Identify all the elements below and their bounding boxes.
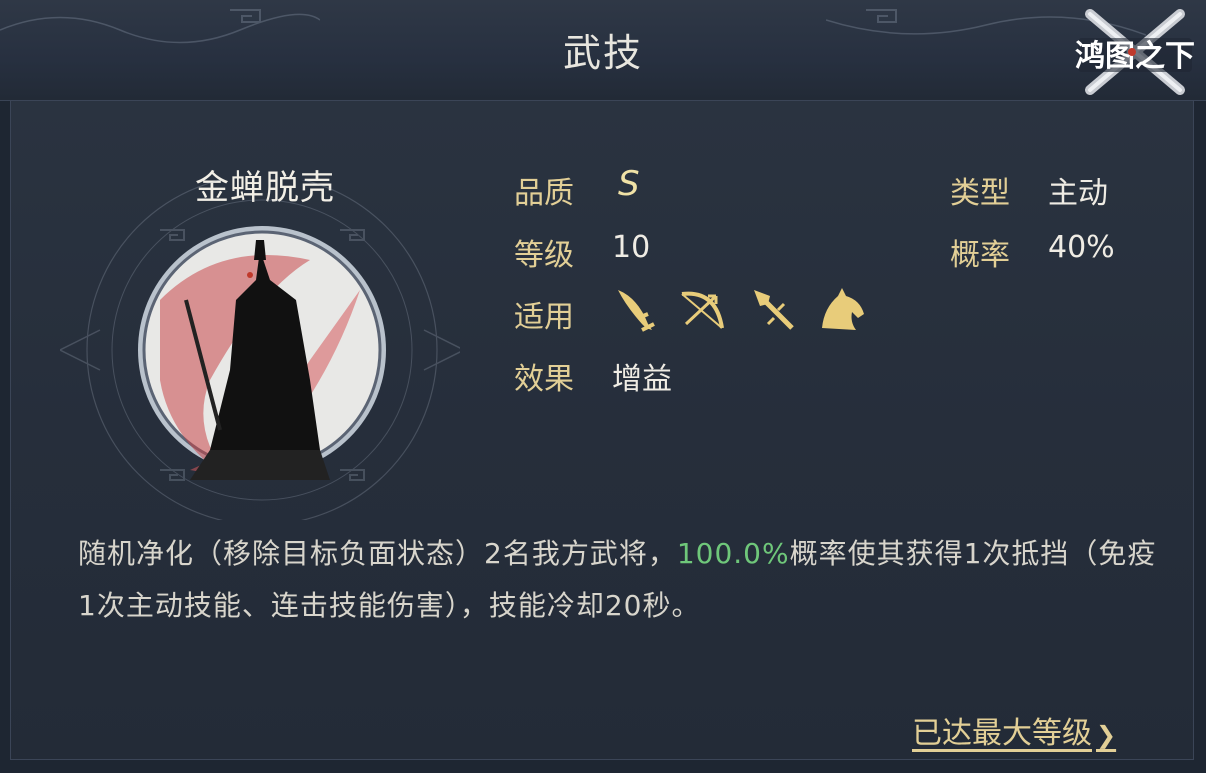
applicable-label: 适用 — [514, 300, 574, 335]
skill-description: 随机净化（移除目标负面状态）2名我方武将，100.0%概率使其获得1次抵挡（免疫… — [78, 528, 1158, 632]
horse-icon — [822, 288, 864, 330]
description-part1: 随机净化（移除目标负面状态）2名我方武将， — [78, 537, 677, 570]
max-level-label: 已达最大等级 — [912, 716, 1092, 751]
spear-icon — [754, 290, 794, 330]
sword-icon — [618, 290, 655, 332]
game-logo: 鸿图之下 — [1075, 9, 1195, 95]
effect-value: 增益 — [612, 362, 672, 397]
max-level-link[interactable]: 已达最大等级 ❯ — [912, 708, 1116, 752]
chevron-right-icon: ❯ — [1096, 721, 1117, 749]
page-title: 武技 — [562, 31, 643, 75]
level-label: 等级 — [514, 238, 574, 273]
skill-portrait — [60, 180, 460, 520]
logo-text: 鸿图之下 — [1075, 39, 1195, 74]
chance-value: 40% — [1048, 230, 1115, 265]
level-value: 10 — [612, 230, 651, 265]
quality-value: S — [618, 164, 640, 204]
type-value: 主动 — [1048, 176, 1108, 211]
type-label: 类型 — [950, 176, 1010, 211]
description-highlight: 100.0% — [676, 537, 790, 570]
chance-label: 概率 — [950, 238, 1010, 273]
header-bar: 武技 鸿图之下 — [0, 0, 1206, 101]
effect-label: 效果 — [514, 362, 574, 397]
bow-icon — [681, 291, 724, 329]
quality-label: 品质 — [514, 176, 574, 211]
